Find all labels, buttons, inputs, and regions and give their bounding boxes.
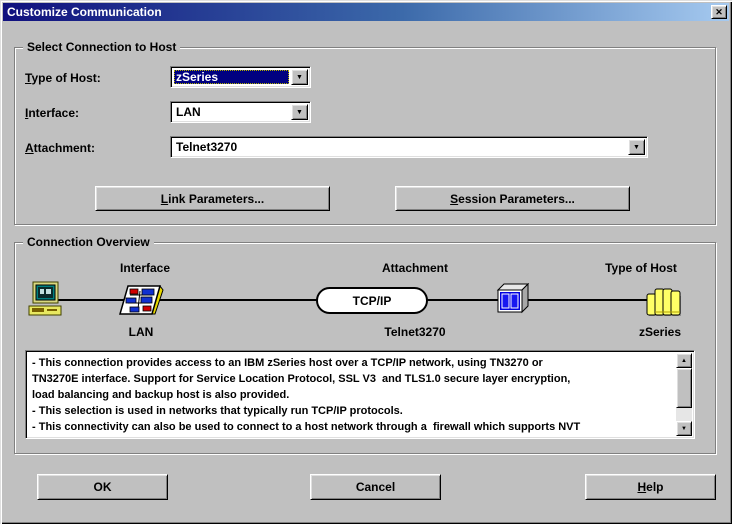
description-line: TN3270E interface. Support for Service L… [32, 371, 673, 387]
ok-button[interactable]: OK [37, 474, 168, 500]
cancel-button[interactable]: Cancel [310, 474, 441, 500]
zseries-host-icon [644, 284, 684, 325]
type-of-host-value[interactable]: zSeries [174, 70, 289, 84]
overview-host-value: zSeries [620, 325, 700, 339]
tcpip-node: TCP/IP [316, 287, 428, 314]
connection-overview-group-title: Connection Overview [23, 235, 154, 249]
overview-interface-label: Interface [95, 261, 195, 275]
scrollbar-thumb[interactable] [676, 368, 692, 408]
connection-description-text: - This connection provides access to an … [28, 353, 675, 436]
workstation-icon [25, 281, 65, 324]
session-parameters-button[interactable]: Session Parameters... [395, 186, 630, 211]
attachment-combobox[interactable]: Telnet3270 ▼ [170, 136, 648, 158]
attachment-label: Attachment: [25, 141, 95, 155]
description-line: - This selection is used in networks tha… [32, 403, 673, 419]
description-line: - This connection provides access to an … [32, 355, 673, 371]
close-icon[interactable]: ✕ [711, 5, 727, 19]
attachment-value[interactable]: Telnet3270 [174, 140, 626, 154]
overview-interface-value: LAN [101, 325, 181, 339]
connection-description-box[interactable]: - This connection provides access to an … [25, 350, 695, 439]
chevron-down-icon[interactable]: ▼ [291, 104, 308, 120]
lan-adapter-icon [118, 283, 164, 324]
interface-combobox[interactable]: LAN ▼ [170, 101, 311, 123]
chevron-down-icon[interactable]: ▼ [628, 139, 645, 155]
chevron-down-icon[interactable]: ▼ [291, 69, 308, 85]
scroll-down-icon[interactable]: ▼ [676, 421, 692, 436]
link-parameters-button[interactable]: Link Parameters... [95, 186, 330, 211]
help-button[interactable]: Help [585, 474, 716, 500]
interface-label: Interface: [25, 106, 79, 120]
overview-type-of-host-label: Type of Host [581, 261, 701, 275]
type-of-host-label: Type of Host: [25, 71, 101, 85]
select-connection-group-title: Select Connection to Host [23, 40, 180, 54]
description-line: load balancing and backup host is also p… [32, 387, 673, 403]
customize-communication-dialog: Customize Communication ✕ Select Connect… [0, 0, 732, 524]
overview-attachment-label: Attachment [355, 261, 475, 275]
overview-attachment-value: Telnet3270 [355, 325, 475, 339]
title-bar[interactable]: Customize Communication ✕ [3, 3, 729, 21]
description-line: - This connectivity can also be used to … [32, 419, 673, 435]
window-title: Customize Communication [7, 5, 711, 19]
tcpip-node-label: TCP/IP [353, 294, 392, 308]
type-of-host-combobox[interactable]: zSeries ▼ [170, 66, 311, 88]
interface-value[interactable]: LAN [174, 105, 289, 119]
controller-icon [495, 283, 531, 322]
vertical-scrollbar[interactable]: ▲ ▼ [676, 353, 692, 436]
scroll-up-icon[interactable]: ▲ [676, 353, 692, 368]
